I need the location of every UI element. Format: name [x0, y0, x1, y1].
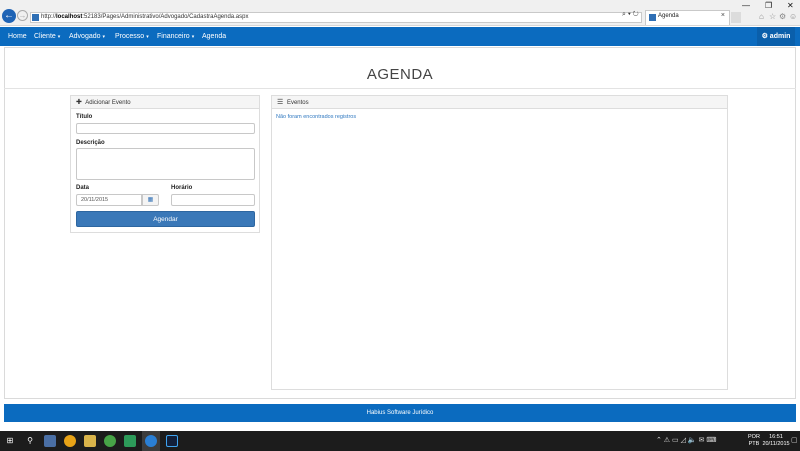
data-label: Data: [76, 185, 90, 191]
data-date-input[interactable]: 20/11/2015: [76, 194, 142, 206]
calendar-icon[interactable]: ▦: [142, 194, 159, 206]
windows-start-icon[interactable]: ⊞: [4, 435, 16, 447]
home-icon[interactable]: ⌂: [759, 12, 764, 21]
nav-item-financeiro[interactable]: Financeiro ▾: [157, 27, 194, 46]
admin-user-menu[interactable]: ⚙ admin: [757, 27, 795, 46]
add-event-header-label: Adicionar Evento: [85, 100, 131, 106]
windows-taskbar: ⊞ ⚲ ⌃ ⚠ ▭ ◿ 🔈 ✉ ⌨ POR PTB 16:51 20/11/20…: [0, 431, 800, 451]
chrome-icon[interactable]: [64, 435, 76, 447]
address-bar[interactable]: http://localhost:52183/Pages/Administrat…: [30, 12, 642, 23]
task-view-icon[interactable]: [44, 435, 56, 447]
utorrent-icon[interactable]: [104, 435, 116, 447]
new-tab-button[interactable]: [731, 12, 741, 23]
horario-label: Horário: [171, 185, 193, 191]
agendar-button[interactable]: Agendar: [76, 211, 255, 227]
browser-tab-agenda[interactable]: Agenda ×: [645, 10, 730, 25]
internet-explorer-icon[interactable]: [145, 435, 157, 447]
url-text: http://localhost:52183/Pages/Administrat…: [41, 14, 249, 20]
descricao-label: Descrição: [76, 140, 105, 146]
favorites-star-icon[interactable]: ☆: [769, 12, 776, 21]
gear-icon: ⚙: [761, 33, 768, 40]
descricao-textarea[interactable]: [76, 148, 255, 180]
titulo-input[interactable]: [76, 123, 255, 134]
events-panel: ☰ Eventos: [271, 95, 728, 390]
file-explorer-icon[interactable]: [84, 435, 96, 447]
caret-down-icon: ▾: [102, 34, 106, 40]
titulo-label: Título: [76, 114, 93, 120]
back-arrow-icon[interactable]: ←: [2, 9, 16, 23]
notification-icon[interactable]: ▢: [791, 436, 798, 444]
nav-item-home[interactable]: Home: [8, 27, 27, 46]
settings-gear-icon[interactable]: ⚙: [779, 12, 786, 21]
search-icon[interactable]: ⚲: [24, 435, 36, 447]
minimize-icon[interactable]: —: [742, 1, 750, 10]
page-title: AGENDA: [366, 66, 434, 83]
site-favicon-icon: [32, 14, 39, 21]
search-refresh-icon[interactable]: ⌕ ▾ ↻: [622, 11, 639, 19]
events-header-label: Eventos: [286, 100, 309, 106]
restore-icon[interactable]: ❐: [765, 1, 772, 10]
caret-down-icon: ▾: [57, 34, 61, 40]
tab-title: Agenda: [658, 13, 679, 19]
taskbar-clock[interactable]: 16:51 20/11/2015: [756, 434, 796, 448]
nav-item-processo[interactable]: Processo ▾: [115, 27, 149, 46]
nav-item-cliente[interactable]: Cliente ▾: [34, 27, 60, 46]
nav-item-agenda[interactable]: Agenda: [202, 27, 226, 46]
tab-close-icon[interactable]: ×: [721, 12, 725, 19]
events-panel-header: ☰ Eventos: [272, 96, 727, 109]
title-divider: [4, 88, 796, 89]
caret-down-icon: ▾: [146, 34, 149, 40]
horario-input[interactable]: [171, 194, 255, 206]
system-tray-icons[interactable]: ⌃ ⚠ ▭ ◿ 🔈 ✉ ⌨: [656, 436, 717, 444]
list-icon: ☰: [277, 99, 284, 106]
caret-down-icon: ▾: [191, 34, 195, 40]
page-footer: Habius Software Jurídico: [4, 404, 796, 422]
clock-date: 20/11/2015: [762, 441, 790, 447]
clock-time: 16:51: [769, 434, 783, 440]
plus-icon: ✚: [76, 99, 82, 106]
browser-toolbar: ← → http://localhost:52183/Pages/Adminis…: [0, 0, 800, 26]
visual-studio-icon[interactable]: [124, 435, 136, 447]
photoshop-icon[interactable]: [166, 435, 178, 447]
forward-arrow-icon[interactable]: →: [17, 10, 28, 21]
tab-favicon-icon: [649, 14, 656, 21]
main-navbar: Home Cliente ▾ Advogado ▾ Processo ▾ Financ…: [0, 27, 800, 46]
close-window-icon[interactable]: ✕: [787, 1, 794, 10]
feedback-smiley-icon[interactable]: ☺: [789, 12, 797, 21]
no-records-message: Não foram encontrados registros: [276, 114, 357, 120]
admin-label: admin: [769, 33, 791, 40]
nav-item-advogado[interactable]: Advogado ▾: [69, 27, 105, 46]
add-event-panel-header: ✚ Adicionar Evento: [71, 96, 259, 109]
